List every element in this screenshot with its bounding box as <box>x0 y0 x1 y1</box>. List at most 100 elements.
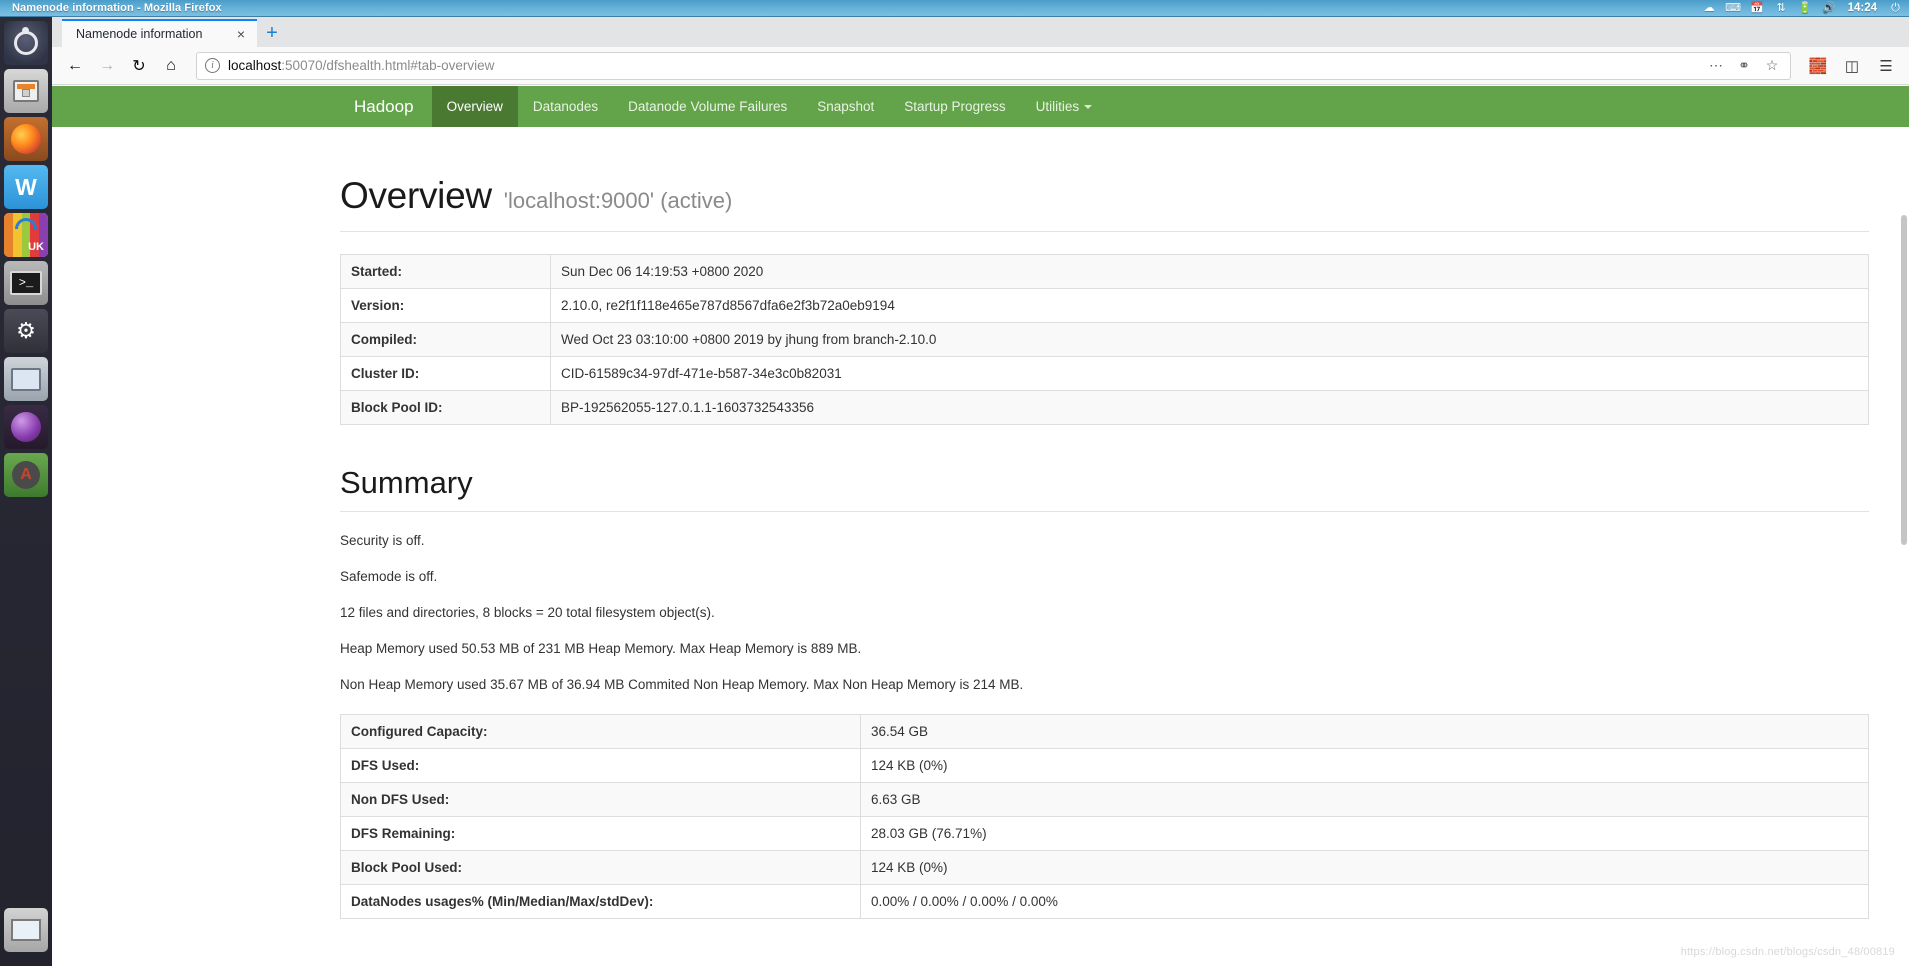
nav-item-datanode-volume-failures[interactable]: Datanode Volume Failures <box>613 86 802 127</box>
nav-item-datanodes[interactable]: Datanodes <box>518 86 613 127</box>
row-value: 36.54 GB <box>860 714 1869 749</box>
hamburger-menu-icon[interactable]: ☰ <box>1871 51 1901 81</box>
system-settings-icon: ⚙ <box>16 318 36 343</box>
row-value: 28.03 GB (76.71%) <box>860 816 1869 851</box>
android-studio-icon: A <box>12 461 40 489</box>
url-text: localhost:50070/dfshealth.html#tab-overv… <box>228 58 494 73</box>
page-title: Overview <box>340 175 492 216</box>
bookmark-star-icon[interactable]: ☆ <box>1762 57 1782 74</box>
page-scrollbar[interactable] <box>1899 155 1909 966</box>
row-key: Compiled: <box>340 322 551 357</box>
keyboard-icon[interactable]: ⌨ <box>1725 1 1741 15</box>
table-row: DFS Remaining: 28.03 GB (76.71%) <box>340 816 1869 851</box>
dock-item-ubuntu-kylin[interactable]: UK <box>4 213 48 257</box>
tab-strip: Namenode information × + <box>52 17 1909 47</box>
forward-button[interactable]: → <box>92 51 122 81</box>
row-key: Version: <box>340 288 551 323</box>
nav-item-startup-progress[interactable]: Startup Progress <box>889 86 1020 127</box>
terminal-icon: >_ <box>10 271 42 295</box>
home-button[interactable]: ⌂ <box>156 51 186 81</box>
summary-title: Summary <box>340 465 1869 512</box>
row-value: 124 KB (0%) <box>860 850 1869 885</box>
row-key: Block Pool Used: <box>340 850 861 885</box>
battery-icon[interactable]: 🔋 <box>1798 1 1813 15</box>
tab-namenode-information[interactable]: Namenode information × <box>62 19 257 47</box>
summary-paragraph: Security is off. <box>340 533 425 548</box>
row-key: Non DFS Used: <box>340 782 861 817</box>
dock-item-files[interactable] <box>4 69 48 113</box>
firefox-window: Namenode information × + ← → ↻ ⌂ i local… <box>52 17 1909 966</box>
row-key: Started: <box>340 254 551 289</box>
dock-item-screenshot-tool[interactable] <box>4 908 48 952</box>
dock-item-text-editor[interactable] <box>4 357 48 401</box>
navigation-toolbar: ← → ↻ ⌂ i localhost:50070/dfshealth.html… <box>52 47 1909 85</box>
sidebar-icon[interactable]: ◫ <box>1837 51 1867 81</box>
dock-item-ubuntu-dash[interactable] <box>4 21 48 65</box>
row-value: 6.63 GB <box>860 782 1869 817</box>
library-icon[interactable]: 🧱 <box>1803 51 1833 81</box>
dock-item-media-player[interactable] <box>4 405 48 449</box>
page-viewport: Hadoop Overview Datanodes Datanode Volum… <box>52 86 1909 966</box>
table-row: Configured Capacity: 36.54 GB <box>340 714 1869 749</box>
nav-item-overview[interactable]: Overview <box>431 86 518 127</box>
system-tray: ☁ ⌨ 📅 ⇅ 🔋 🔊 14:24 ⏻ <box>1702 1 1903 15</box>
watermark-text: https://blog.csdn.net/blogs/csdn_48/0081… <box>1680 946 1895 958</box>
site-info-icon[interactable]: i <box>205 58 220 73</box>
url-host: localhost <box>228 58 282 73</box>
nav-item-utilities[interactable]: Utilities <box>1021 86 1108 127</box>
summary-table: Configured Capacity: 36.54 GB DFS Used: … <box>340 714 1869 919</box>
dock-item-android-studio[interactable]: A <box>4 453 48 497</box>
row-value: 0.00% / 0.00% / 0.00% / 0.00% <box>860 884 1869 919</box>
table-row: Block Pool ID: BP-192562055-127.0.1.1-16… <box>340 390 1869 425</box>
table-row: Started: Sun Dec 06 14:19:53 +0800 2020 <box>340 254 1869 289</box>
firefox-icon <box>11 124 41 154</box>
screenshot-tool-icon <box>11 919 41 941</box>
row-value: CID-61589c34-97df-471e-b587-34e3c0b82031 <box>550 356 1869 391</box>
row-value: 2.10.0, re2f1f118e465e787d8567dfa6e2f3b7… <box>550 288 1869 323</box>
scrollbar-thumb[interactable] <box>1901 215 1907 545</box>
dock-item-system-settings[interactable]: ⚙ <box>4 309 48 353</box>
address-bar[interactable]: i localhost:50070/dfshealth.html#tab-ove… <box>196 51 1791 80</box>
table-row: Compiled: Wed Oct 23 03:10:00 +0800 2019… <box>340 322 1869 357</box>
new-tab-button[interactable]: + <box>257 19 287 47</box>
page-subtitle: 'localhost:9000' (active) <box>503 188 733 213</box>
kylin-label: UK <box>28 241 44 253</box>
close-icon[interactable]: × <box>233 27 249 41</box>
tab-label: Namenode information <box>76 27 203 41</box>
table-row: DFS Used: 124 KB (0%) <box>340 748 1869 783</box>
weather-icon[interactable]: ☁ <box>1702 1 1717 15</box>
row-value: BP-192562055-127.0.1.1-1603732543356 <box>550 390 1869 425</box>
ubuntu-dash-icon <box>14 27 38 55</box>
reload-button[interactable]: ↻ <box>124 51 154 81</box>
dock-item-wps-writer[interactable]: W <box>4 165 48 209</box>
row-key: Block Pool ID: <box>340 390 551 425</box>
row-key: DFS Remaining: <box>340 816 861 851</box>
back-button[interactable]: ← <box>60 51 90 81</box>
network-icon[interactable]: ⇅ <box>1774 1 1789 15</box>
media-player-icon <box>11 412 41 442</box>
nav-item-snapshot[interactable]: Snapshot <box>802 86 889 127</box>
unity-launcher-dock: W UK >_ ⚙ A <box>0 17 52 966</box>
row-value: Wed Oct 23 03:10:00 +0800 2019 by jhung … <box>550 322 1869 357</box>
power-icon[interactable]: ⏻ <box>1888 1 1903 15</box>
row-key: DataNodes usages% (Min/Median/Max/stdDev… <box>340 884 861 919</box>
table-row: Block Pool Used: 124 KB (0%) <box>340 850 1869 885</box>
table-row: Cluster ID: CID-61589c34-97df-471e-b587-… <box>340 356 1869 391</box>
hadoop-navbar: Hadoop Overview Datanodes Datanode Volum… <box>52 86 1909 127</box>
window-title: Namenode information - Mozilla Firefox <box>12 2 222 14</box>
clock[interactable]: 14:24 <box>1848 2 1877 14</box>
overview-table: Started: Sun Dec 06 14:19:53 +0800 2020 … <box>340 254 1869 425</box>
dock-item-terminal[interactable]: >_ <box>4 261 48 305</box>
row-value: Sun Dec 06 14:19:53 +0800 2020 <box>550 254 1869 289</box>
overview-header: Overview 'localhost:9000' (active) <box>340 175 1869 232</box>
dock-item-firefox[interactable] <box>4 117 48 161</box>
pocket-icon[interactable]: ⚭ <box>1734 57 1754 74</box>
url-path: :50070/dfshealth.html#tab-overview <box>281 58 495 73</box>
summary-paragraph: Safemode is off. <box>340 569 438 584</box>
volume-icon[interactable]: 🔊 <box>1822 1 1837 15</box>
calendar-icon[interactable]: 📅 <box>1750 1 1765 15</box>
page-actions-icon[interactable]: ⋯ <box>1706 57 1726 74</box>
hadoop-brand[interactable]: Hadoop <box>336 86 432 127</box>
row-key: DFS Used: <box>340 748 861 783</box>
window-titlebar: Namenode information - Mozilla Firefox ☁… <box>0 0 1909 17</box>
